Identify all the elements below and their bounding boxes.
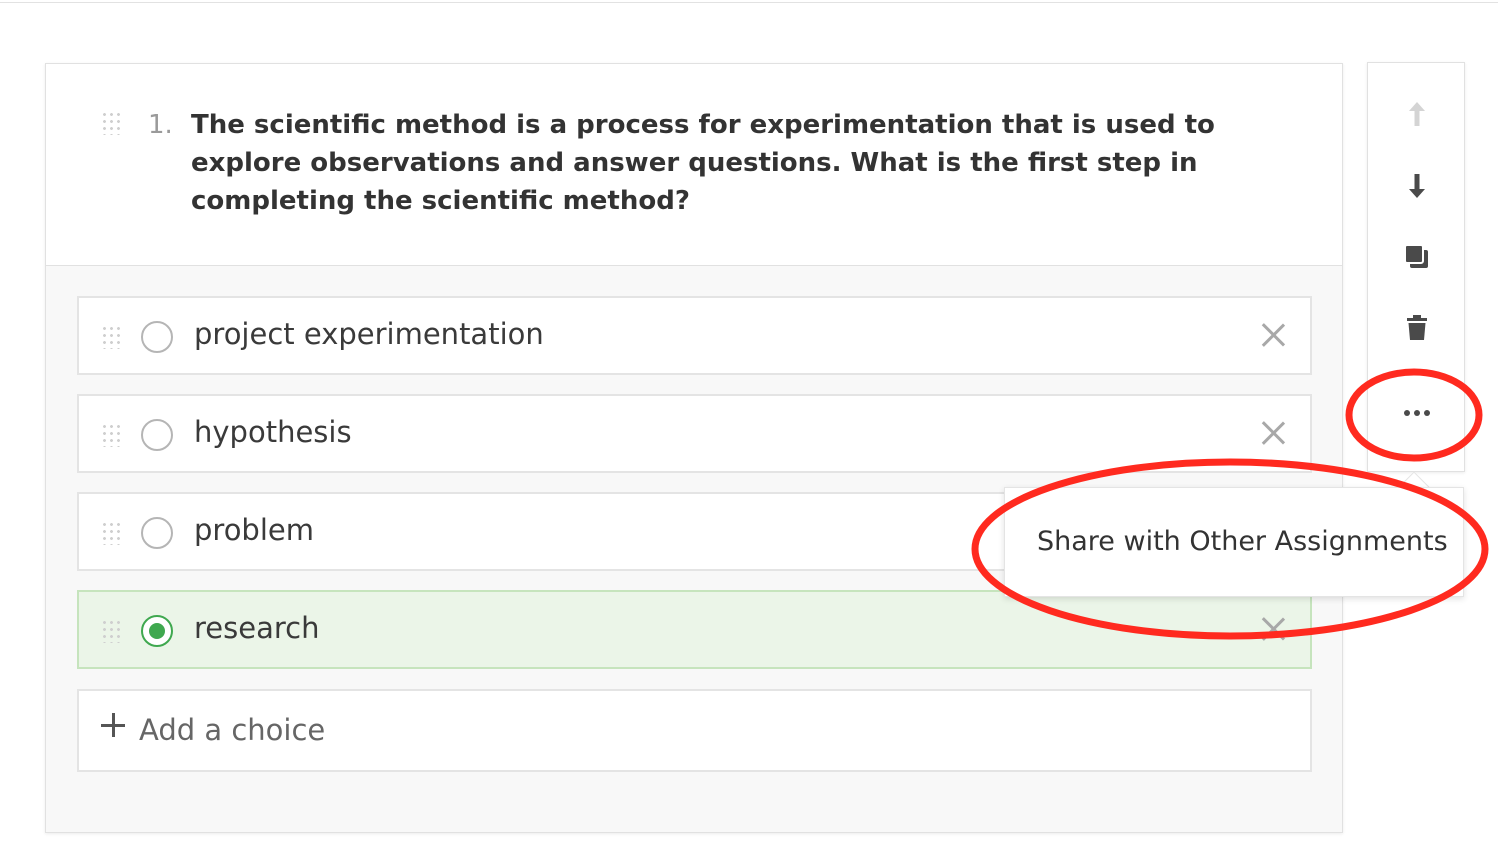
drag-handle-icon[interactable]	[101, 619, 123, 643]
plus-icon	[101, 713, 125, 737]
drag-handle-icon[interactable]	[101, 111, 123, 135]
radio-button[interactable]	[141, 517, 173, 549]
drag-handle-icon[interactable]	[101, 325, 123, 349]
remove-choice-icon[interactable]	[1258, 614, 1288, 644]
question-header: 1. The scientific method is a process fo…	[46, 64, 1342, 266]
remove-choice-icon[interactable]	[1258, 320, 1288, 350]
choice-label[interactable]: research	[194, 611, 319, 645]
trash-icon	[1407, 315, 1427, 340]
choice-row[interactable]: project experimentation	[77, 296, 1312, 375]
move-up-button[interactable]	[1397, 94, 1437, 134]
duplicate-button[interactable]	[1397, 237, 1437, 277]
more-options-menu: Share with Other Assignments	[1004, 487, 1464, 597]
choice-label[interactable]: problem	[194, 513, 314, 547]
choice-row[interactable]: hypothesis	[77, 394, 1312, 473]
remove-choice-icon[interactable]	[1258, 418, 1288, 448]
radio-button-selected[interactable]	[141, 615, 173, 647]
arrow-down-icon	[1409, 174, 1425, 198]
radio-button[interactable]	[141, 419, 173, 451]
choice-label[interactable]: project experimentation	[194, 317, 544, 351]
move-down-button[interactable]	[1397, 166, 1437, 206]
add-choice-label: Add a choice	[139, 713, 326, 747]
more-icon	[1404, 410, 1430, 416]
radio-button[interactable]	[141, 321, 173, 353]
question-text[interactable]: The scientific method is a process for e…	[191, 106, 1301, 220]
duplicate-icon	[1404, 244, 1428, 268]
delete-button[interactable]	[1397, 308, 1437, 348]
more-options-button[interactable]	[1397, 393, 1437, 433]
add-choice-button[interactable]: Add a choice	[77, 689, 1312, 772]
choice-label[interactable]: hypothesis	[194, 415, 352, 449]
drag-handle-icon[interactable]	[101, 423, 123, 447]
question-number: 1.	[148, 110, 173, 140]
drag-handle-icon[interactable]	[101, 521, 123, 545]
menu-item-share[interactable]: Share with Other Assignments	[1037, 526, 1448, 557]
choice-row-correct[interactable]: research	[77, 590, 1312, 669]
arrow-up-icon	[1409, 102, 1425, 126]
question-toolbar	[1367, 62, 1465, 472]
question-card: 1. The scientific method is a process fo…	[45, 63, 1343, 833]
top-divider	[0, 2, 1498, 3]
